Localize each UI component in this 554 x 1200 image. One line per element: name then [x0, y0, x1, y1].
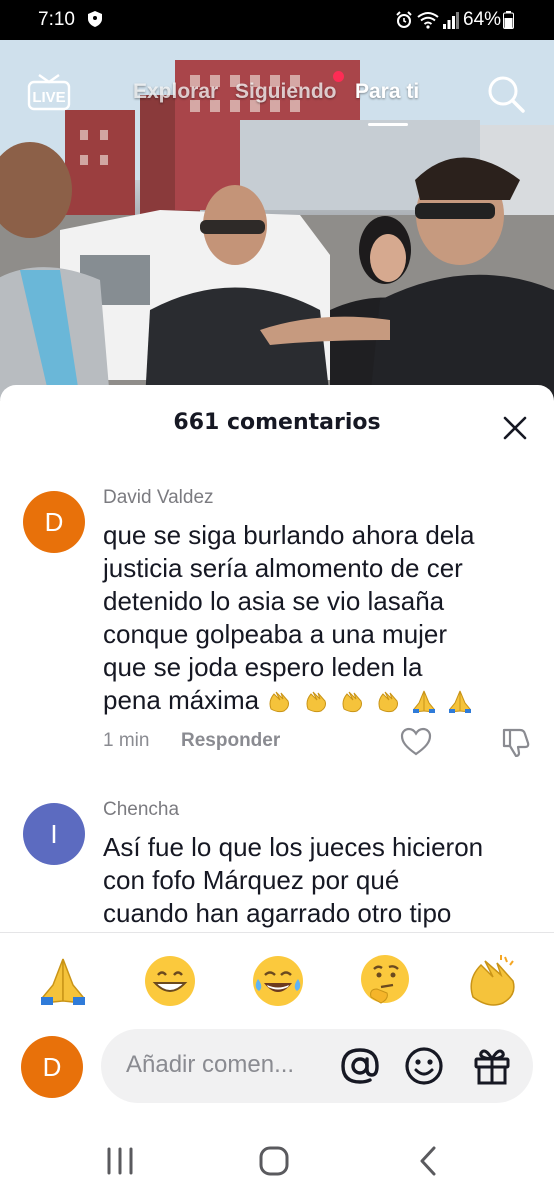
signal-icon [443, 12, 459, 29]
status-time: 7:10 [38, 9, 75, 30]
comment-line: Así fue lo que los jueces hicieron [103, 832, 484, 862]
status-bar: 7:10 64% [0, 0, 554, 40]
comment-line: conque golpeaba a una mujer [103, 619, 448, 649]
comment-username[interactable]: David Valdez [103, 487, 214, 509]
clapping-hands-emoji [303, 685, 332, 715]
thinking-face-emoji-button[interactable] [357, 953, 413, 1009]
live-label: LIVE [32, 89, 65, 106]
reply-button[interactable]: Responder [181, 730, 280, 752]
avatar[interactable]: D [23, 491, 85, 553]
comments-sheet: 661 comentarios D David Valdez que se si… [0, 385, 554, 940]
comment-line: detenido lo asia se vio lasaña [103, 586, 445, 616]
back-icon[interactable] [412, 1144, 446, 1178]
comment-line-with-emojis: pena máxima [103, 684, 543, 717]
close-icon[interactable] [500, 413, 530, 443]
battery-icon [503, 11, 514, 29]
comment-line: que se joda espero leden la [103, 652, 423, 682]
clapping-hands-emoji [375, 685, 404, 715]
comment-line: con fofo Márquez por qué [103, 865, 400, 895]
clapping-hands-emoji-button[interactable] [463, 953, 519, 1009]
comment-line: justicia sería almomento de cer [103, 553, 463, 583]
tears-of-joy-emoji-button[interactable] [250, 953, 306, 1009]
folded-hands-emoji [411, 685, 440, 715]
emoji-picker-icon[interactable] [403, 1045, 445, 1087]
comments-count-title: 661 comentarios [173, 410, 381, 435]
comment-input[interactable]: Añadir comen... [101, 1029, 533, 1103]
clapping-hands-emoji [266, 685, 295, 715]
tab-siguiendo[interactable]: Siguiendo [235, 80, 337, 104]
shield-icon [88, 11, 102, 27]
wifi-icon [417, 12, 439, 29]
notification-dot [333, 71, 344, 82]
comment-line: pena máxima [103, 685, 260, 715]
my-avatar[interactable]: D [21, 1036, 83, 1098]
thumbs-down-icon[interactable] [500, 727, 532, 757]
tab-para-ti[interactable]: Para ti [355, 80, 419, 104]
tab-explorar[interactable]: Explorar [133, 80, 218, 104]
recent-apps-icon[interactable] [103, 1144, 137, 1178]
heart-icon[interactable] [400, 727, 432, 757]
clapping-hands-emoji [339, 685, 368, 715]
gift-icon[interactable] [471, 1045, 513, 1087]
home-icon[interactable] [257, 1144, 291, 1178]
comment-text: Así fue lo que los jueces hicieron con f… [103, 831, 543, 930]
folded-hands-emoji-button[interactable] [35, 953, 91, 1009]
comment-composer: D Añadir comen... [0, 933, 554, 1120]
system-navigation-bar [0, 1120, 554, 1200]
top-navigation: LIVE Explorar Siguiendo Para ti [0, 40, 554, 130]
mention-icon[interactable] [339, 1045, 381, 1087]
folded-hands-emoji [447, 685, 476, 715]
search-icon[interactable] [486, 74, 526, 114]
avatar[interactable]: I [23, 803, 85, 865]
comment-line: cuando han agarrado otro tipo [103, 898, 452, 928]
comment-username[interactable]: Chencha [103, 799, 179, 821]
battery-percentage: 64% [463, 9, 502, 30]
comment-timestamp: 1 min [103, 730, 150, 751]
comment-text: que se siga burlando ahora dela justicia… [103, 519, 543, 717]
grinning-face-emoji-button[interactable] [142, 953, 198, 1009]
system-icons [395, 10, 459, 30]
alarm-icon [396, 11, 412, 28]
active-tab-indicator [368, 123, 408, 126]
live-icon[interactable]: LIVE [27, 73, 71, 111]
comment-input-placeholder[interactable]: Añadir comen... [126, 1051, 294, 1079]
comment-line: que se siga burlando ahora dela [103, 520, 475, 550]
